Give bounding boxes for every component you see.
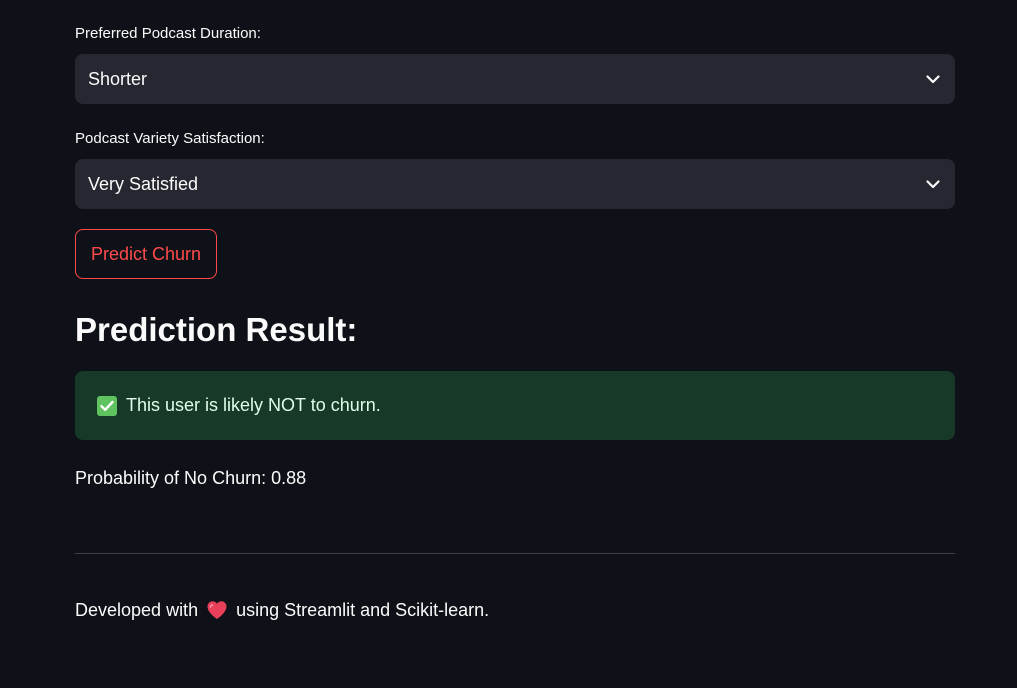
check-box-icon <box>97 395 117 416</box>
duration-label: Preferred Podcast Duration: <box>75 25 261 42</box>
main-container: Preferred Podcast Duration: Shorter Podc… <box>0 0 1017 688</box>
chevron-down-icon <box>924 70 942 88</box>
probability-text: Probability of No Churn: 0.88 <box>75 468 307 488</box>
success-alert: This user is likely NOT to churn. <box>75 371 955 440</box>
duration-field: Preferred Podcast Duration: <box>75 24 955 44</box>
footer: Developed with using Streamlit and Sciki… <box>75 597 489 623</box>
duration-select[interactable]: Shorter <box>75 54 955 104</box>
chevron-down-icon <box>924 175 942 193</box>
footer-text-before: Developed with <box>75 600 199 620</box>
prediction-result-heading: Prediction Result: <box>75 311 358 348</box>
variety-select-value: Very Satisfied <box>88 173 199 194</box>
heart-icon <box>206 600 228 620</box>
predict-churn-button[interactable]: Predict Churn <box>75 229 218 279</box>
variety-field: Podcast Variety Satisfaction: <box>75 129 955 149</box>
footer-text-after: using Streamlit and Scikit-learn. <box>236 600 490 620</box>
variety-label: Podcast Variety Satisfaction: <box>75 130 265 147</box>
divider <box>75 553 955 554</box>
alert-message: This user is likely NOT to churn. <box>126 395 381 415</box>
duration-select-value: Shorter <box>88 68 148 89</box>
variety-select[interactable]: Very Satisfied <box>75 159 955 209</box>
